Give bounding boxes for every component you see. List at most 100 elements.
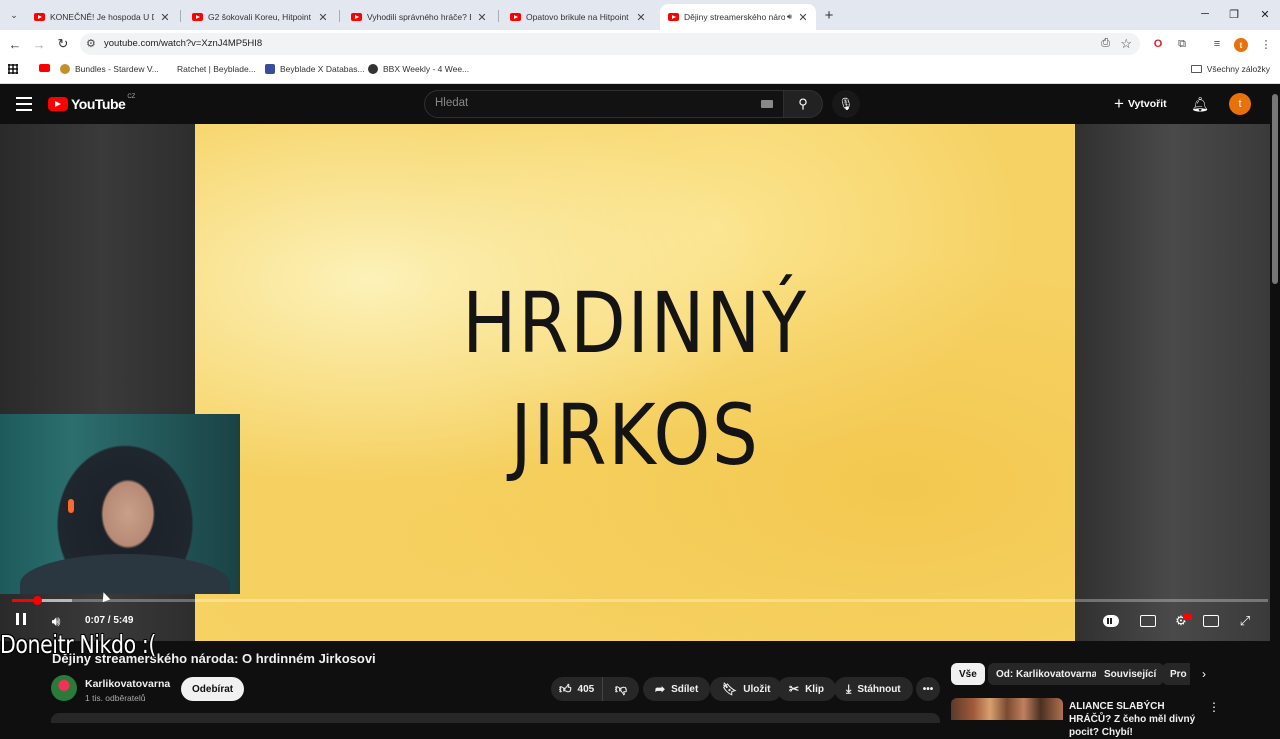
restore-icon[interactable]: ❐ (1219, 4, 1249, 24)
recommended-more-icon[interactable]: ⋮ (1208, 700, 1220, 714)
bookmark-label: Beyblade X Databas... (280, 64, 365, 74)
frame-title-line1: HRDINNÝ (462, 274, 808, 372)
close-tab-icon[interactable]: ✕ (158, 10, 172, 24)
search-input[interactable] (435, 97, 735, 109)
video-frame[interactable]: HRDINNÝ JIRKOS (195, 124, 1075, 641)
thumbs-up-icon: 👍︎ (559, 681, 572, 696)
tab-divider (498, 10, 499, 22)
browser-tab[interactable]: KONEČNĚ! Je hospoda U DOU... ✕ (26, 4, 178, 30)
account-avatar[interactable]: t (1229, 93, 1251, 115)
browser-tab-active[interactable]: Dějiny streamerského náro... 🔊︎ ✕ (660, 4, 816, 30)
install-app-icon[interactable]: ⎙ (1101, 37, 1110, 50)
bookmark-item[interactable]: BBX Weekly - 4 Wee... (368, 64, 469, 74)
browser-tab[interactable]: Vyhodili správného hráče? Byl... ✕ (343, 4, 495, 30)
back-arrow-icon[interactable]: ← (6, 35, 24, 53)
scrollbar-thumb[interactable] (1272, 94, 1278, 284)
voice-search-mic-icon[interactable]: 🎙︎ (832, 90, 860, 118)
site-info-icon[interactable]: ⚙︎ (86, 37, 96, 50)
pause-icon[interactable] (14, 612, 30, 630)
search-button[interactable]: ⚲ (783, 90, 823, 118)
beyblade-database-icon (265, 64, 275, 74)
tab-title: Opatovo brikule na Hitpoint al... (526, 12, 630, 22)
clip-label: Klip (805, 683, 824, 695)
bookmark-label: Ratchet | Beyblade... (177, 64, 256, 74)
share-label: Sdílet (671, 683, 699, 695)
address-bar[interactable]: ⚙︎ youtube.com/watch?v=XznJ4MP5HI8 ⎙ ☆ (80, 33, 1140, 55)
channel-name[interactable]: Karlikovatovarna (85, 678, 170, 690)
save-button[interactable]: 🔖︎ Uložit (710, 677, 783, 701)
progress-bar[interactable] (12, 596, 1268, 605)
share-button[interactable]: ➦ Sdílet (643, 677, 711, 701)
description-box[interactable] (51, 713, 940, 723)
theater-mode-icon[interactable] (1203, 615, 1219, 627)
new-tab-icon[interactable]: + (820, 6, 838, 24)
create-button[interactable]: + Vytvořit (1114, 92, 1167, 116)
chevron-right-icon[interactable]: › (1196, 666, 1212, 682)
volume-icon[interactable]: 🔊︎ (46, 612, 66, 630)
close-tab-icon[interactable]: ✕ (796, 10, 810, 24)
apps-grid-icon[interactable] (8, 64, 18, 74)
close-tab-icon[interactable]: ✕ (634, 10, 648, 24)
stardew-bookmark-icon (60, 64, 70, 74)
bookmark-label: Bundles - Stardew V... (75, 64, 159, 74)
bookmark-item[interactable]: Bundles - Stardew V... (60, 64, 159, 74)
search-box[interactable] (424, 90, 784, 118)
url-text[interactable]: youtube.com/watch?v=XznJ4MP5HI8 (104, 38, 262, 49)
forward-arrow-icon[interactable]: → (30, 35, 48, 53)
autoplay-toggle[interactable] (1103, 615, 1119, 627)
notifications-bell-icon[interactable]: 🔔︎ (1190, 94, 1210, 114)
clip-button[interactable]: ✂︎ Klip (777, 677, 836, 701)
headset-light (68, 499, 74, 513)
audio-playing-icon[interactable]: 🔊︎ (787, 12, 792, 22)
bookmark-item[interactable]: Ratchet | Beyblade... (162, 64, 256, 74)
browser-tab[interactable]: G2 šokovali Koreu, Hitpoint pro... ✕ (184, 4, 336, 30)
bookmark-icon: 🔖︎ (722, 682, 738, 696)
search-icon: ⚲ (798, 96, 808, 111)
tab-title: G2 šokovali Koreu, Hitpoint pro... (208, 12, 312, 22)
minimize-icon[interactable]: ─ (1190, 4, 1220, 24)
more-actions-icon[interactable]: ••• (916, 677, 940, 701)
chip-all[interactable]: Vše (951, 663, 985, 685)
opera-extension-icon[interactable]: O (1151, 37, 1165, 51)
chip-from-channel[interactable]: Od: Karlikovatovarna (988, 663, 1106, 685)
tab-search-chevron-icon[interactable]: ⌄ (4, 5, 24, 25)
bookmark-item[interactable] (39, 64, 55, 72)
extensions-puzzle-icon[interactable]: ⧉ (1175, 37, 1189, 51)
bookmark-item[interactable]: Beyblade X Databas... (265, 64, 365, 74)
recommended-video-thumbnail[interactable] (951, 698, 1063, 720)
profile-avatar[interactable]: t (1234, 38, 1248, 52)
channel-avatar[interactable] (51, 675, 77, 701)
bookmark-star-icon[interactable]: ☆ (1120, 36, 1132, 52)
fullscreen-icon[interactable]: ⤢ (1235, 612, 1255, 630)
video-player[interactable]: HRDINNÝ JIRKOS 🔊︎ 0:07 / 5:49 ⚙︎ ⤢ (0, 124, 1280, 641)
reload-icon[interactable]: ↻ (54, 35, 72, 53)
chrome-menu-icon[interactable]: ⋮ (1259, 37, 1273, 51)
page-scrollbar[interactable] (1270, 84, 1280, 720)
dislike-button[interactable]: 👎︎ (603, 677, 639, 701)
chip-for-you[interactable]: Pro (1162, 663, 1190, 685)
like-button[interactable]: 👍︎ 405 (551, 677, 603, 701)
close-tab-icon[interactable]: ✕ (475, 10, 489, 24)
close-window-icon[interactable]: ✕ (1250, 4, 1280, 24)
scrubber-handle[interactable] (33, 596, 43, 605)
tab-title: KONEČNĚ! Je hospoda U DOU... (50, 12, 154, 22)
youtube-bookmark-icon (39, 64, 50, 72)
chip-related[interactable]: Související (1096, 663, 1165, 685)
youtube-logo-text: YouTube (71, 96, 126, 112)
all-bookmarks-button[interactable]: Všechny záložky (1190, 64, 1270, 74)
tab-title: Vyhodili správného hráče? Byl... (367, 12, 471, 22)
like-count: 405 (577, 683, 595, 695)
close-tab-icon[interactable]: ✕ (316, 10, 330, 24)
bookmarks-bar: Bundles - Stardew V... Ratchet | Beyblad… (0, 58, 1280, 84)
youtube-favicon-icon (34, 13, 45, 21)
subscribe-button[interactable]: Odebírat (181, 677, 245, 701)
subtitles-icon[interactable] (1140, 615, 1156, 627)
media-controls-icon[interactable]: ≡ (1210, 37, 1224, 51)
browser-tab[interactable]: Opatovo brikule na Hitpoint al... ✕ (502, 4, 654, 30)
like-dislike-group: 👍︎ 405 👎︎ (551, 677, 639, 701)
youtube-logo[interactable]: YouTube CZ (48, 94, 135, 112)
keyboard-icon[interactable] (761, 100, 773, 108)
hamburger-menu-icon[interactable] (16, 97, 32, 111)
download-button[interactable]: ⤓ Stáhnout (834, 677, 913, 701)
tab-divider (339, 10, 340, 22)
